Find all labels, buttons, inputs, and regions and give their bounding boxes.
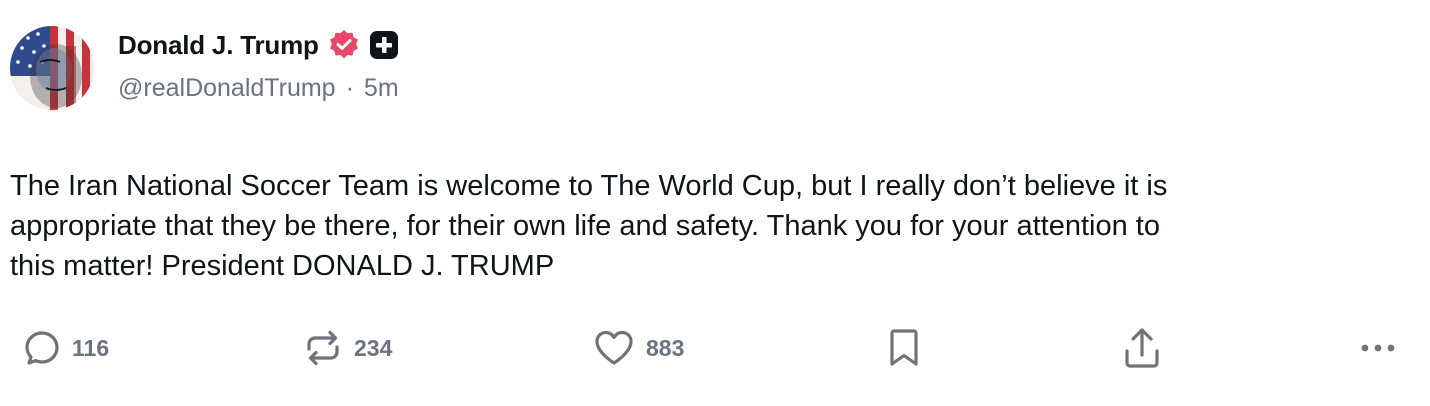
reply-count: 116 [72, 334, 110, 361]
author-display-name[interactable]: Donald J. Trump [118, 30, 319, 61]
share-button[interactable] [1120, 324, 1164, 372]
reply-button[interactable]: 116 [22, 324, 109, 372]
retruth-button[interactable]: 234 [302, 324, 392, 372]
reply-icon [22, 328, 62, 368]
more-icon [1358, 338, 1398, 358]
share-icon [1120, 325, 1164, 371]
more-button[interactable] [1358, 324, 1398, 372]
author-handle-row: @realDonaldTrump · 5m [118, 74, 399, 103]
post-body: The Iran National Soccer Team is welcome… [10, 166, 1410, 286]
verified-badge-icon [327, 28, 361, 62]
retruth-icon [302, 327, 344, 369]
author-handle[interactable]: @realDonaldTrump [118, 74, 336, 103]
post-actions-bar: 116 234 883 [0, 324, 1430, 372]
bookmark-button[interactable] [886, 324, 922, 372]
post-text-line: The Iran National Soccer Team is welcome… [10, 170, 1168, 202]
plus-badge-icon [369, 30, 399, 60]
post-text-line: this matter! President DONALD J. TRUMP [10, 250, 555, 282]
post-card: Donald J. Trump @realDonaldTrump · 5m Th… [0, 0, 1430, 406]
post-text-line: appropriate that they be there, for thei… [10, 210, 1160, 242]
retruth-count: 234 [354, 334, 393, 361]
author-name-row: Donald J. Trump [118, 26, 399, 64]
separator-dot: · [345, 74, 354, 102]
avatar[interactable] [10, 26, 94, 110]
bookmark-icon [886, 326, 922, 370]
like-count: 883 [646, 334, 685, 361]
like-button[interactable]: 883 [592, 324, 684, 372]
post-timestamp[interactable]: 5m [364, 74, 399, 103]
like-icon [592, 327, 636, 369]
flag-face-avatar-icon [10, 26, 94, 110]
